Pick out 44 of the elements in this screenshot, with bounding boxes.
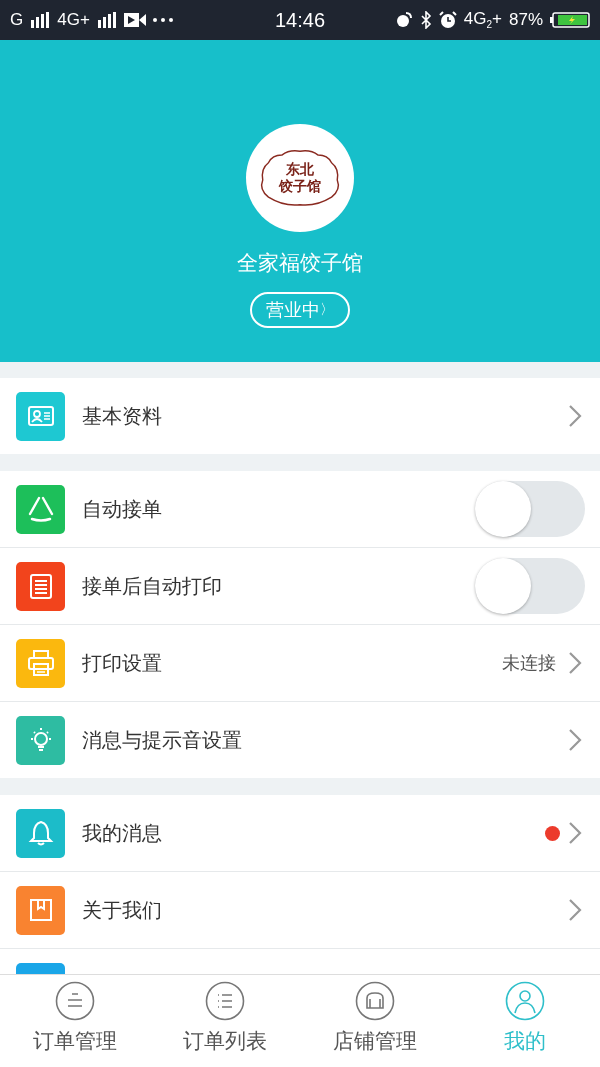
- row-label: 消息与提示音设置: [82, 726, 242, 754]
- signal-icon: [30, 12, 51, 28]
- id-card-icon: [16, 391, 65, 441]
- user-icon: [505, 981, 545, 1021]
- logo-text: 东北: [286, 161, 314, 178]
- network-label: 4G$_{2}$+: [463, 9, 502, 31]
- toggle-switch[interactable]: [475, 481, 585, 537]
- video-icon: [123, 13, 146, 27]
- carrier-label: G: [10, 10, 24, 30]
- chevron-icon: [568, 821, 582, 845]
- battery-icon: [550, 12, 590, 28]
- printer-icon: [16, 638, 65, 688]
- bulb-icon: [16, 715, 65, 765]
- row-label: 打印设置: [82, 649, 162, 677]
- tab-item[interactable]: 订单列表: [150, 975, 300, 1067]
- bluetooth-icon: [419, 11, 432, 29]
- box-icon: [16, 885, 65, 935]
- signal-icon: [96, 12, 117, 28]
- logo-text: 饺子馆: [279, 178, 321, 195]
- row-label: 关于我们: [82, 896, 162, 924]
- tab-item[interactable]: 订单管理: [0, 975, 150, 1067]
- shop-icon: [355, 981, 395, 1021]
- clock-time: 14:46: [274, 8, 326, 32]
- chevron-icon: [568, 728, 582, 752]
- shop-name: 全家福饺子馆: [237, 250, 363, 277]
- row-value: 未连接: [502, 651, 556, 675]
- carrier-label: 4G+: [57, 10, 90, 30]
- row-label: 接单后自动打印: [82, 572, 222, 600]
- row-label: 自动接单: [82, 495, 162, 523]
- bell-icon: [16, 808, 65, 858]
- battery-percent: 87%: [508, 10, 543, 30]
- chevron-icon: [568, 404, 582, 428]
- order-icon: [55, 981, 95, 1021]
- list-icon: [205, 981, 245, 1021]
- row-label: 基本资料: [82, 402, 162, 430]
- toggle-switch[interactable]: [475, 558, 585, 614]
- row-label: 我的消息: [82, 819, 162, 847]
- tab-item[interactable]: 店铺管理: [300, 975, 450, 1067]
- satellite-icon: [394, 11, 413, 29]
- alarm-icon: [438, 11, 457, 29]
- chevron-icon: [568, 651, 582, 675]
- more-icon: [152, 18, 173, 22]
- receipt-icon: [16, 561, 65, 611]
- chevron-icon: [568, 898, 582, 922]
